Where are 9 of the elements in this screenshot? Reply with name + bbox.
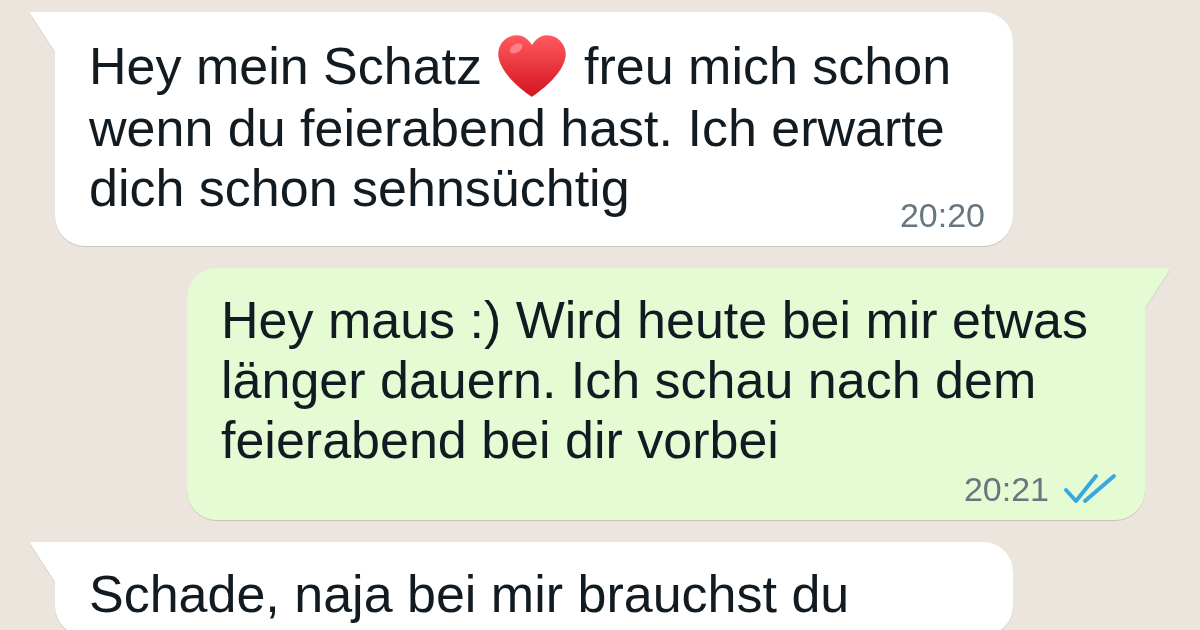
message-text: Hey mein Schatz (89, 36, 483, 96)
message-time: 20:20 (899, 196, 985, 234)
message-text: Schade, naja bei mir brauchst du (89, 565, 850, 623)
message-time: 20:21 (963, 470, 1049, 508)
message-text: wenn du feierabend hast. Ich erwarte (89, 98, 945, 158)
message-text: dich schon sehnsüchtig (89, 158, 630, 218)
message-text: freu mich schon (584, 36, 952, 96)
message-text: Hey maus :) Wird heute bei mir etwas länger dauern. Ich schau nach dem feierabend bei dir vorbei (221, 291, 1088, 469)
heart-icon (496, 34, 569, 98)
